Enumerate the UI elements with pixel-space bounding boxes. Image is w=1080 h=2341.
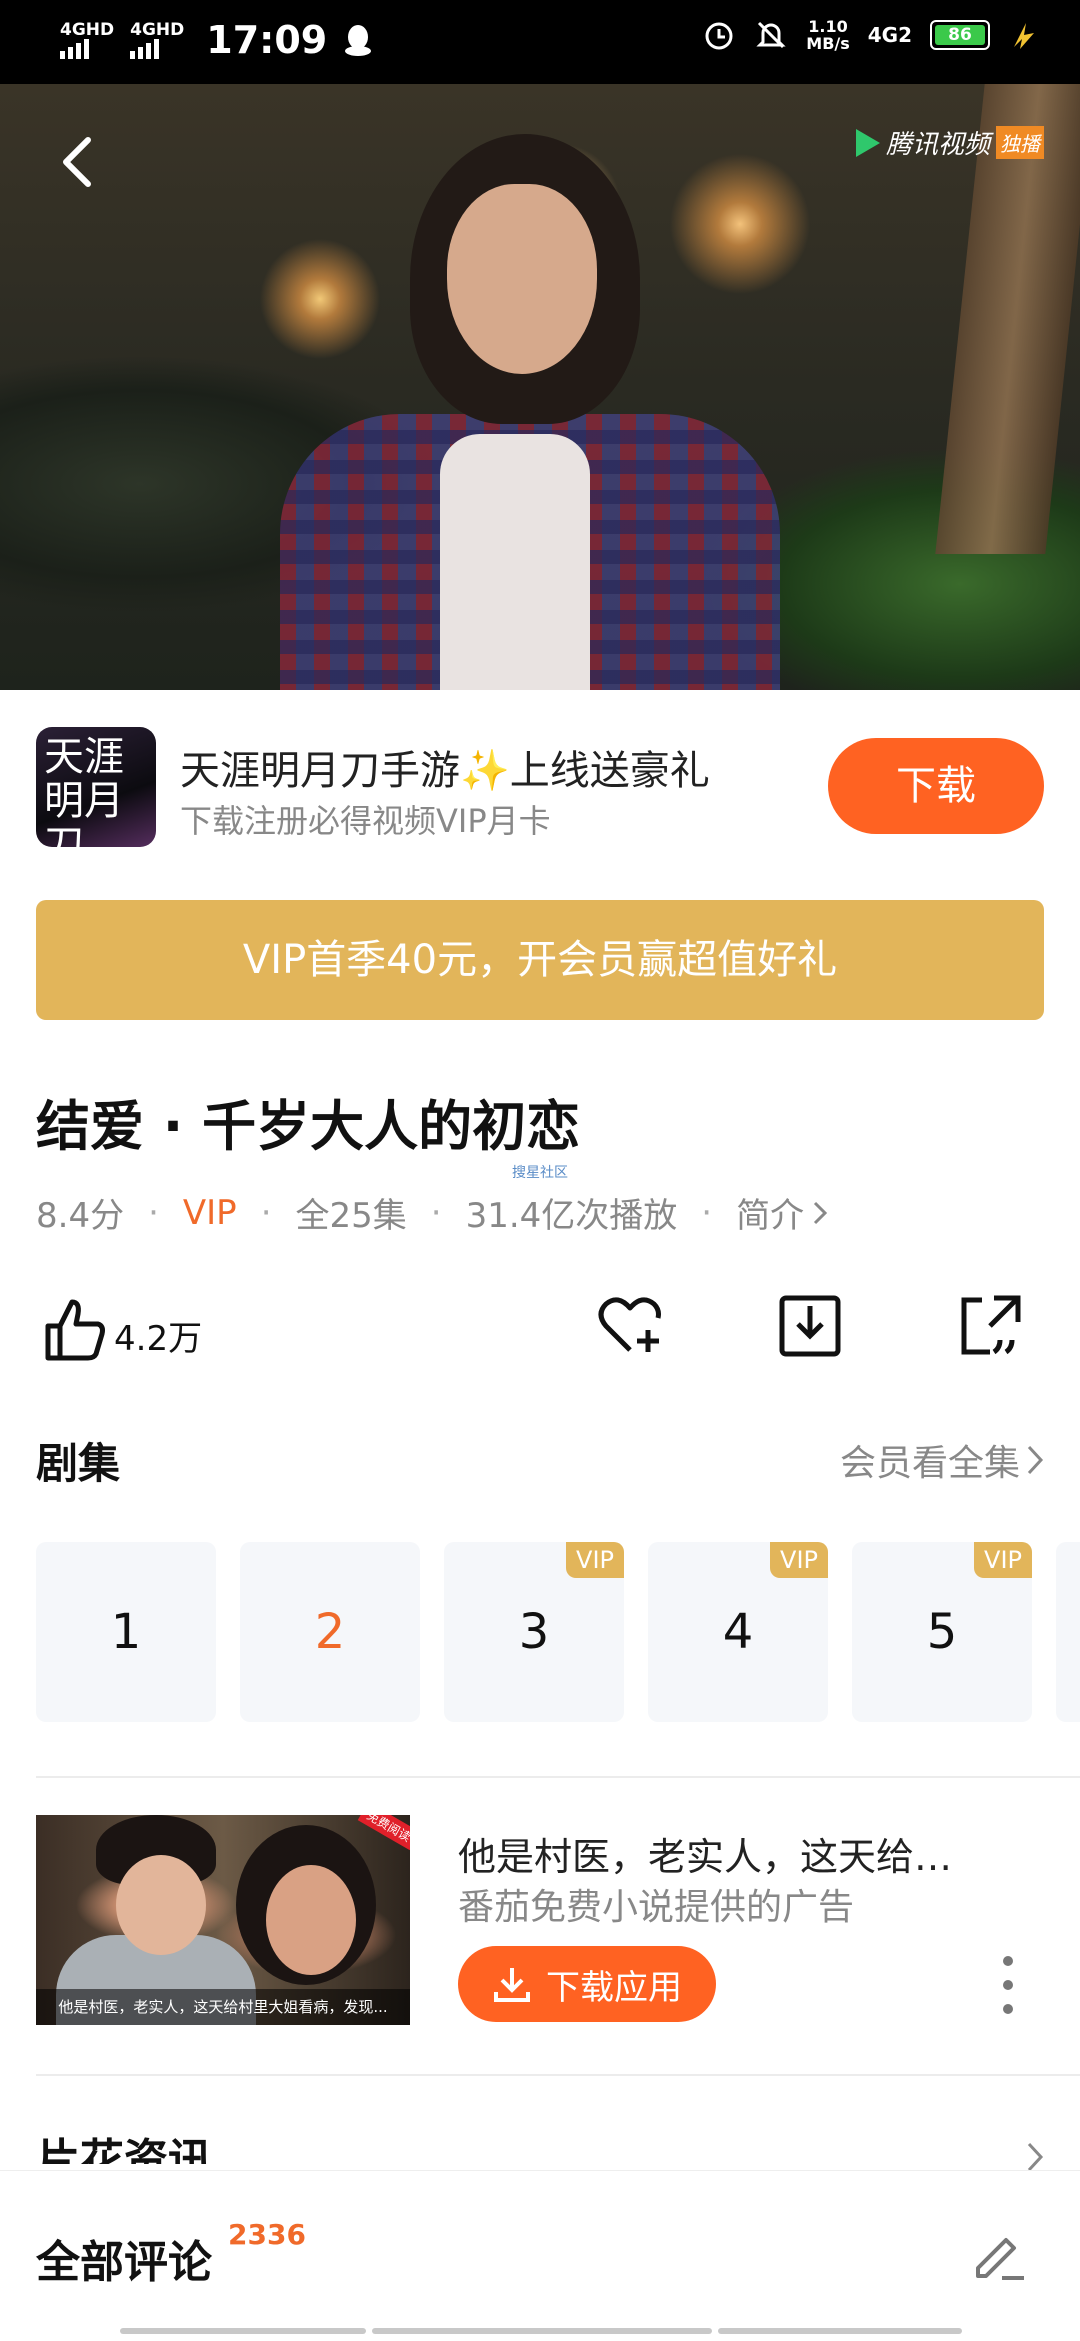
comments-title[interactable]: 全部评论 bbox=[36, 2226, 212, 2290]
show-title: 结爱 · 千岁大人的初恋 bbox=[36, 1095, 581, 1158]
signal-bars-icon bbox=[130, 39, 160, 59]
play-count: 31.4亿次播放 bbox=[465, 1196, 678, 1236]
like-count: 4.2万 bbox=[114, 1318, 203, 1359]
episode-number: 4 bbox=[722, 1604, 754, 1660]
episode-list: 1 2 3 VIP 4 VIP 5 VIP bbox=[36, 1542, 1032, 1722]
video-player[interactable] bbox=[0, 84, 1080, 690]
episode-3[interactable]: 3 VIP bbox=[444, 1542, 624, 1722]
episode-next-partial[interactable] bbox=[1056, 1542, 1080, 1722]
qq-penguin-icon bbox=[345, 25, 372, 56]
speed-unit: MB/s bbox=[806, 34, 850, 53]
download-icon bbox=[494, 1968, 530, 2002]
battery-level: 86 bbox=[935, 25, 985, 45]
exclusive-tag: 独播 bbox=[996, 126, 1045, 159]
more-options-icon[interactable] bbox=[1002, 1956, 1014, 2014]
separator-dot: · bbox=[430, 1192, 442, 1233]
episodes-section-title: 剧集 bbox=[36, 1439, 121, 1488]
tencent-video-logo: 腾讯视频 独播 bbox=[856, 124, 1045, 161]
game-app-icon[interactable]: 天涯明月刀 bbox=[36, 727, 156, 847]
signal-1: 4GHD bbox=[60, 21, 114, 59]
separator-dot: · bbox=[260, 1192, 272, 1233]
game-app-icon-text: 天涯明月刀 bbox=[44, 734, 124, 847]
news-section-title[interactable]: 片花资讯 bbox=[36, 2124, 212, 2164]
signal-2: 4GHD bbox=[130, 21, 184, 59]
favorite-add-icon[interactable] bbox=[594, 1290, 666, 1362]
vip-badge: VIP bbox=[770, 1542, 828, 1578]
chevron-right-icon[interactable] bbox=[1026, 2140, 1044, 2174]
network-speed: 1.10 MB/s bbox=[806, 18, 849, 52]
network-type: 4G2 bbox=[867, 23, 912, 47]
ad-card-image[interactable]: 免费阅读 他是村医，老实人，这天给村里大姐看病，发现... bbox=[36, 1815, 410, 2025]
ad-image-face bbox=[116, 1855, 206, 1955]
ad-image-caption: 他是村医，老实人，这天给村里大姐看病，发现... bbox=[36, 1989, 410, 2025]
video-figure-face bbox=[447, 184, 597, 374]
signal-1-label: 4GHD bbox=[60, 20, 115, 40]
signal-2-label: 4GHD bbox=[130, 20, 185, 40]
show-meta: 8.4分 · VIP · 全25集 · 31.4亿次播放 · 简介 bbox=[36, 1188, 828, 1237]
comments-count: 2336 bbox=[228, 2218, 306, 2251]
divider bbox=[36, 2074, 1080, 2076]
download-icon[interactable] bbox=[774, 1290, 846, 1362]
episode-4[interactable]: 4 VIP bbox=[648, 1542, 828, 1722]
battery-icon: 86 bbox=[930, 20, 990, 50]
episode-number: 1 bbox=[110, 1604, 142, 1660]
ad-title[interactable]: 天涯明月刀手游✨上线送豪礼 bbox=[180, 738, 710, 796]
alarm-icon bbox=[705, 22, 733, 50]
episode-1[interactable]: 1 bbox=[36, 1542, 216, 1722]
ad-download-button[interactable]: 下载 bbox=[828, 738, 1044, 834]
episode-5[interactable]: 5 VIP bbox=[852, 1542, 1032, 1722]
rating: 8.4分 bbox=[36, 1196, 125, 1236]
speed-value: 1.10 bbox=[808, 17, 848, 36]
episode-number: 5 bbox=[926, 1604, 958, 1660]
vip-promo-banner[interactable]: VIP首季40元，开会员赢超值好礼 bbox=[36, 900, 1044, 1020]
watch-all-link[interactable]: 会员看全集 bbox=[840, 1434, 1044, 1486]
download-app-label: 下载应用 bbox=[546, 1967, 682, 2008]
chevron-right-icon bbox=[814, 1201, 828, 1224]
ad-subtitle: 下载注册必得视频VIP月卡 bbox=[180, 802, 551, 840]
intro-link[interactable]: 简介 bbox=[736, 1188, 828, 1237]
thumbs-up-icon bbox=[45, 1299, 105, 1361]
charging-bolt-icon bbox=[1014, 23, 1034, 49]
status-left: 4GHD 4GHD 17:09 bbox=[60, 18, 373, 62]
watermark: 搜星社区 bbox=[512, 1165, 568, 1181]
ad-card-subtitle: 番茄免费小说提供的广告 bbox=[458, 1887, 855, 1928]
vip-badge: VIP bbox=[974, 1542, 1032, 1578]
divider bbox=[36, 1776, 1080, 1778]
chevron-right-icon bbox=[1027, 1445, 1044, 1475]
mute-bell-icon bbox=[756, 21, 786, 49]
tencent-play-icon bbox=[856, 128, 880, 157]
intro-label: 简介 bbox=[736, 1196, 805, 1236]
provider-name: 腾讯视频 bbox=[886, 130, 991, 160]
status-bar: 4GHD 4GHD 17:09 1.10 MB/s 4G2 86 bbox=[0, 0, 1080, 84]
vip-badge: VIP bbox=[566, 1542, 624, 1578]
ad-image-face bbox=[266, 1865, 356, 1975]
ad-card-title[interactable]: 他是村医，老实人，这天给… bbox=[458, 1826, 952, 1881]
episode-number: 3 bbox=[518, 1604, 550, 1660]
back-arrow-icon[interactable] bbox=[56, 134, 96, 190]
vip-label: VIP bbox=[182, 1192, 237, 1233]
download-app-button[interactable]: 下载应用 bbox=[458, 1946, 716, 2022]
status-right: 1.10 MB/s 4G2 86 bbox=[702, 18, 1040, 52]
like-button[interactable]: 4.2万 bbox=[40, 1294, 202, 1366]
episode-count: 全25集 bbox=[295, 1196, 407, 1236]
episode-2[interactable]: 2 bbox=[240, 1542, 420, 1722]
gesture-bar bbox=[120, 2328, 962, 2334]
video-figure-shirt bbox=[440, 434, 590, 690]
episode-number: 2 bbox=[314, 1604, 346, 1660]
watch-all-label: 会员看全集 bbox=[839, 1443, 1020, 1484]
share-icon[interactable] bbox=[954, 1290, 1026, 1362]
signal-bars-icon bbox=[60, 39, 89, 59]
separator-dot: · bbox=[148, 1192, 159, 1233]
separator-dot: · bbox=[701, 1192, 713, 1233]
clock: 17:09 bbox=[206, 18, 328, 62]
edit-comment-icon[interactable] bbox=[968, 2224, 1028, 2284]
ad-image-corner-tag: 免费阅读 bbox=[357, 1815, 410, 1851]
